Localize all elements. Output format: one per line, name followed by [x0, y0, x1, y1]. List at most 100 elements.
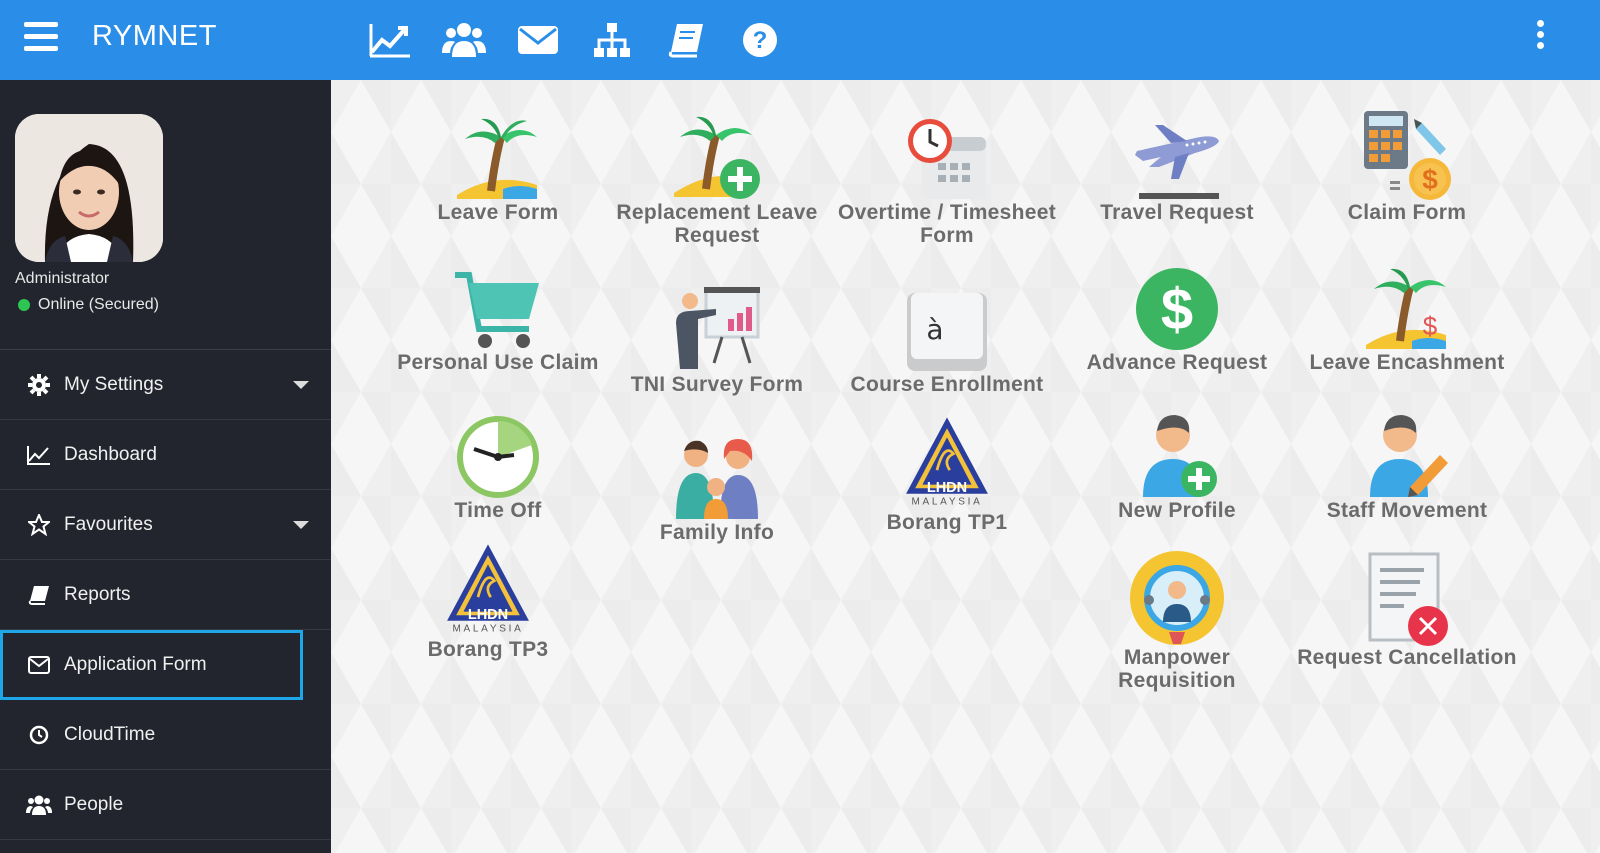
sidebar-item-label: Favourites [64, 513, 153, 535]
clock-calendar-icon [897, 105, 997, 201]
tile-family-info[interactable]: Family Info [607, 425, 827, 544]
user-status-text: Online (Secured) [38, 296, 159, 313]
palm-tree-icon [448, 105, 548, 201]
tile-personal-use-claim[interactable]: Personal Use Claim [388, 255, 608, 374]
sidebar-item-my-settings[interactable]: My Settings [0, 350, 331, 420]
more-options-icon[interactable] [1533, 20, 1547, 56]
question-icon[interactable]: ? [738, 20, 782, 60]
tile-label: Overtime / Timesheet Form [837, 201, 1057, 247]
tile-label: Course Enrollment [850, 373, 1044, 396]
top-bar: RYMNET ? [0, 0, 1600, 80]
user-profile: Administrator Online (Secured) [0, 80, 331, 350]
tile-manpower-requisition[interactable]: Manpower Requisition [1067, 550, 1287, 692]
lhdn-logo-subtext: MALAYSIA [911, 497, 982, 508]
tile-label: Time Off [454, 499, 542, 522]
envelope-icon[interactable] [516, 20, 560, 60]
tile-replacement-leave-request[interactable]: Replacement Leave Request [607, 105, 827, 247]
tile-overtime-timesheet-form[interactable]: Overtime / Timesheet Form [837, 105, 1057, 247]
palm-tree-plus-icon [667, 105, 767, 201]
online-status-icon [18, 299, 30, 311]
org-chart-icon[interactable] [590, 20, 634, 60]
application-form-grid: Leave Form Replacement Leave Request Ove… [331, 80, 1600, 853]
tile-label: Manpower Requisition [1118, 646, 1236, 692]
document-cancel-icon [1357, 550, 1457, 646]
app-title: RYMNET [92, 20, 217, 52]
avatar [15, 114, 163, 262]
line-chart-icon [26, 442, 52, 468]
lhdn-logo-icon: LHDN MALAYSIA [897, 415, 997, 511]
users-icon[interactable] [442, 20, 486, 60]
star-icon [26, 512, 52, 538]
tile-claim-form[interactable]: $ Claim Form [1297, 105, 1517, 224]
sidebar-item-label: Application Form [64, 653, 207, 675]
sidebar-item-label: Dashboard [64, 443, 157, 465]
tile-new-profile[interactable]: New Profile [1067, 403, 1287, 522]
manpower-icon [1127, 550, 1227, 646]
shopping-cart-icon [448, 255, 548, 351]
tile-label: Advance Request [1086, 351, 1268, 374]
tile-staff-movement[interactable]: Staff Movement [1297, 403, 1517, 522]
tile-label: Replacement Leave Request [616, 201, 818, 247]
tile-leave-encashment[interactable]: $ Leave Encashment [1297, 255, 1517, 374]
tile-label: Claim Form [1347, 201, 1467, 224]
sidebar-item-reports[interactable]: Reports [0, 560, 331, 630]
sidebar-item-label: Reports [64, 583, 131, 605]
tile-borang-tp3[interactable]: LHDN MALAYSIA Borang TP3 [378, 542, 598, 661]
chevron-down-icon [293, 521, 309, 529]
svg-text:$: $ [1161, 277, 1193, 342]
svg-text:$: $ [1423, 311, 1438, 341]
lhdn-logo-text: LHDN [927, 480, 967, 496]
user-pencil-icon [1357, 403, 1457, 499]
line-chart-icon[interactable] [368, 20, 412, 60]
keyboard-key-icon: à [897, 255, 997, 373]
tile-leave-form[interactable]: Leave Form [388, 105, 608, 224]
gear-icon [26, 372, 52, 398]
tile-label: Travel Request [1100, 201, 1254, 224]
tile-course-enrollment[interactable]: à Course Enrollment [837, 255, 1057, 396]
lhdn-logo-text: LHDN [468, 607, 508, 623]
sidebar-item-label: People [64, 793, 124, 815]
family-icon [667, 425, 767, 521]
key-glyph: à [926, 313, 943, 346]
sidebar-item-dashboard[interactable]: Dashboard [0, 420, 331, 490]
envelope-icon [26, 652, 52, 678]
calculator-coin-icon: $ [1357, 105, 1457, 201]
tile-advance-request[interactable]: $ Advance Request [1067, 255, 1287, 374]
tile-label: Borang TP3 [427, 638, 549, 661]
airplane-icon [1127, 105, 1227, 201]
book-icon[interactable] [664, 20, 708, 60]
sidebar-item-application-form[interactable]: Application Form [0, 630, 303, 700]
user-role: Administrator [15, 270, 110, 287]
palm-tree-dollar-icon: $ [1357, 255, 1457, 351]
top-nav: ? [368, 20, 782, 60]
book-icon [26, 582, 52, 608]
chevron-down-icon [293, 381, 309, 389]
svg-text:?: ? [753, 27, 768, 54]
timer-icon [448, 403, 548, 499]
user-status: Online (Secured) [18, 296, 159, 314]
sidebar: Administrator Online (Secured) My Settin… [0, 80, 331, 853]
tile-label: Family Info [659, 521, 775, 544]
svg-text:$: $ [1422, 164, 1438, 195]
sidebar-item-people[interactable]: People [0, 770, 331, 840]
tile-travel-request[interactable]: Travel Request [1067, 105, 1287, 224]
tile-tni-survey-form[interactable]: TNI Survey Form [607, 255, 827, 396]
lhdn-logo-subtext: MALAYSIA [452, 624, 523, 635]
lhdn-logo-icon: LHDN MALAYSIA [438, 542, 538, 638]
user-plus-icon [1127, 403, 1227, 499]
users-icon [26, 792, 52, 818]
tile-label: New Profile [1118, 499, 1236, 522]
tile-label: TNI Survey Form [630, 373, 804, 396]
tile-label: Request Cancellation [1297, 646, 1517, 669]
presentation-icon [667, 255, 767, 373]
tile-borang-tp1[interactable]: LHDN MALAYSIA Borang TP1 [837, 415, 1057, 534]
tile-label: Leave Encashment [1309, 351, 1505, 374]
sidebar-item-favourites[interactable]: Favourites [0, 490, 331, 560]
hamburger-menu-icon[interactable] [24, 22, 58, 56]
sidebar-item-label: My Settings [64, 373, 164, 395]
sidebar-item-label: CloudTime [64, 723, 156, 745]
tile-label: Staff Movement [1326, 499, 1488, 522]
tile-request-cancellation[interactable]: Request Cancellation [1297, 550, 1517, 669]
tile-time-off[interactable]: Time Off [388, 403, 608, 522]
sidebar-item-cloudtime[interactable]: CloudTime [0, 700, 331, 770]
